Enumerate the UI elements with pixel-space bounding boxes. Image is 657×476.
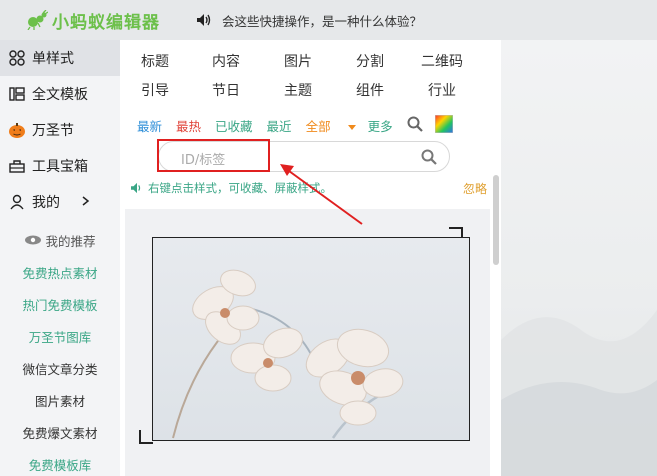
sidebar: 单样式 全文模板 万圣节 工具宝箱 我的 我的推荐 免费热点素材 热门免费模板 …	[0, 40, 120, 476]
frame-corner-decoration	[139, 430, 153, 444]
style-preview-area	[125, 209, 490, 476]
tab-content[interactable]: 内容	[190, 51, 262, 71]
sidebar-item-label: 工具宝箱	[32, 159, 88, 175]
sidebar-sub-item[interactable]: 免费爆文素材	[0, 416, 120, 448]
filter-hottest[interactable]: 最热	[176, 116, 201, 135]
sidebar-item-toolbox[interactable]: 工具宝箱	[0, 148, 120, 184]
sidebar-item-single-style[interactable]: 单样式	[0, 40, 120, 76]
category-row-1: 标题 内容 图片 分割 二维码	[120, 51, 501, 71]
sidebar-item-label: 单样式	[32, 51, 74, 67]
sidebar-sub-item[interactable]: 微信文章分类	[0, 352, 120, 384]
filter-favorited[interactable]: 已收藏	[215, 116, 253, 135]
panel-scrollbar[interactable]	[493, 175, 499, 265]
toolbox-icon	[8, 157, 26, 175]
top-bar: 小蚂蚁编辑器 会这些快捷操作，是一种什么体验？	[0, 0, 657, 40]
search-icon[interactable]	[421, 149, 437, 169]
logo-text: 小蚂蚁编辑器	[52, 12, 160, 33]
sidebar-item-halloween[interactable]: 万圣节	[0, 112, 120, 148]
filter-bar: 最新 最热 已收藏 最近 全部 更多	[137, 114, 467, 136]
eye-icon	[25, 235, 42, 245]
sidebar-sub-item[interactable]: 万圣节图库	[0, 320, 120, 352]
sidebar-item-mine[interactable]: 我的	[0, 184, 120, 220]
tab-image[interactable]: 图片	[262, 51, 334, 71]
color-palette-icon[interactable]	[434, 114, 454, 136]
filter-all-dropdown[interactable]: 全部	[306, 116, 356, 135]
notice-link[interactable]: 会这些快捷操作，是一种什么体验？	[196, 11, 422, 30]
tab-industry[interactable]: 行业	[406, 80, 478, 100]
user-icon	[8, 193, 26, 211]
template-icon	[8, 85, 26, 103]
sidebar-sub-item[interactable]: 热门免费模板	[0, 288, 120, 320]
editor-background	[501, 40, 657, 476]
sidebar-item-label: 万圣节	[32, 123, 74, 139]
ant-logo-icon	[27, 10, 48, 30]
tab-component[interactable]: 组件	[334, 80, 406, 100]
orchid-image[interactable]	[152, 237, 470, 441]
filter-more[interactable]: 更多	[368, 116, 393, 135]
sidebar-sub-label: 我的推荐	[45, 233, 96, 249]
sidebar-sub-item[interactable]: 图片素材	[0, 384, 120, 416]
speaker-icon	[131, 182, 141, 194]
tip-label: 右键点击样式，可收藏、屏蔽样式。	[148, 181, 332, 195]
tab-title[interactable]: 标题	[120, 51, 190, 71]
sidebar-item-label: 全文模板	[32, 87, 88, 103]
tab-festival[interactable]: 节日	[190, 80, 262, 100]
tab-guide[interactable]: 引导	[120, 80, 190, 100]
filter-recent[interactable]: 最近	[267, 116, 292, 135]
sidebar-sub-item[interactable]: 免费热点素材	[0, 256, 120, 288]
sidebar-sub-my-recommend[interactable]: 我的推荐	[0, 224, 120, 256]
filter-all-label: 全部	[305, 119, 331, 134]
grid-icon	[8, 49, 26, 67]
tab-theme[interactable]: 主题	[262, 80, 334, 100]
category-row-2: 引导 节日 主题 组件 行业	[120, 80, 501, 100]
sidebar-item-full-template[interactable]: 全文模板	[0, 76, 120, 112]
chevron-right-icon	[82, 194, 90, 210]
filter-newest[interactable]: 最新	[137, 116, 162, 135]
ignore-link[interactable]: 忽略	[463, 180, 487, 197]
tab-divider[interactable]: 分割	[334, 51, 406, 71]
tab-qrcode[interactable]: 二维码	[406, 51, 478, 71]
sidebar-sub-item[interactable]: 免费模板库	[0, 448, 120, 476]
pumpkin-icon	[8, 121, 26, 139]
speaker-icon	[197, 14, 211, 26]
highlight-box	[157, 139, 270, 172]
logo[interactable]: 小蚂蚁编辑器	[26, 8, 160, 33]
tip-text: 右键点击样式，可收藏、屏蔽样式。	[130, 180, 332, 196]
search-toggle-icon[interactable]	[407, 116, 423, 135]
style-panel: 标题 内容 图片 分割 二维码 引导 节日 主题 组件 行业 最新 最热 已收藏…	[120, 40, 501, 476]
notice-text: 会这些快捷操作，是一种什么体验？	[222, 13, 423, 29]
caret-down-icon	[347, 125, 356, 130]
sidebar-item-label: 我的	[32, 195, 60, 211]
